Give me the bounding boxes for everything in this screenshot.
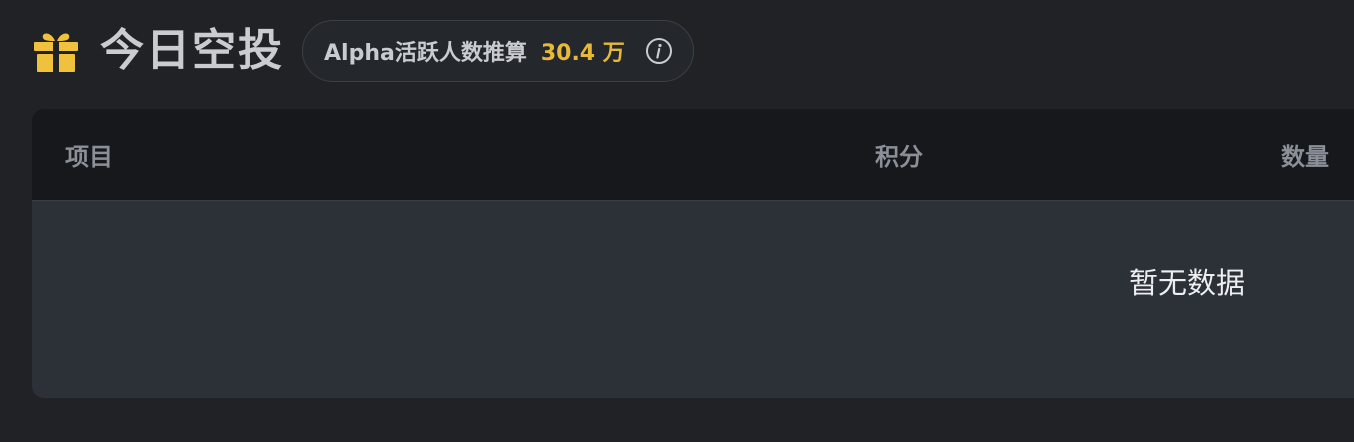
gift-icon (32, 27, 80, 75)
page-title: 今日空投 (100, 25, 284, 76)
table-body: 暂无数据 (32, 201, 1354, 398)
stat-value: 30.4 万 (540, 41, 625, 66)
empty-state-text: 暂无数据 (1129, 266, 1246, 300)
column-header-points: 积分 (875, 143, 923, 171)
stat-label: Alpha活跃人数推算 (324, 41, 527, 66)
header: 今日空投 Alpha活跃人数推算 30.4 万 (32, 18, 694, 84)
info-icon[interactable] (645, 37, 673, 65)
active-users-stat: Alpha活跃人数推算 30.4 万 (302, 20, 694, 82)
column-header-item: 项目 (65, 143, 113, 171)
table-header: 项目 积分 数量 (32, 109, 1354, 201)
airdrop-table: 项目 积分 数量 暂无数据 (32, 109, 1354, 398)
column-header-quantity: 数量 (1281, 143, 1329, 171)
